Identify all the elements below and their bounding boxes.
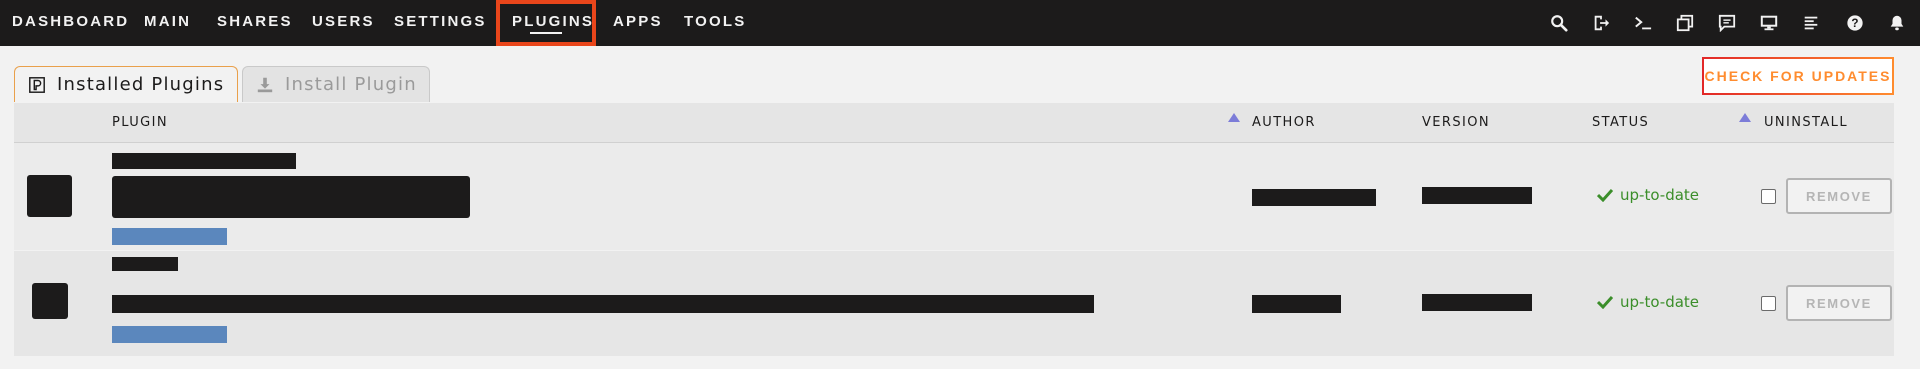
bell-icon[interactable]: [1887, 13, 1907, 33]
table-row: up-to-date REMOVE: [14, 143, 1894, 251]
check-for-updates-button[interactable]: CHECK FOR UPDATES: [1702, 57, 1894, 95]
plugin-author-redacted: [1252, 295, 1341, 313]
uninstall-checkbox[interactable]: [1761, 189, 1776, 204]
search-icon[interactable]: [1549, 13, 1569, 33]
uninstall-checkbox[interactable]: [1761, 296, 1776, 311]
sort-arrow-icon[interactable]: [1739, 113, 1751, 122]
nav-main[interactable]: MAIN: [144, 0, 191, 46]
plugin-name-redacted[interactable]: [112, 257, 178, 271]
nav-users[interactable]: USERS: [312, 0, 375, 46]
remove-button[interactable]: REMOVE: [1786, 285, 1892, 321]
logout-icon[interactable]: [1591, 13, 1611, 33]
log-icon[interactable]: [1801, 13, 1821, 33]
plugin-description-redacted: [112, 176, 470, 218]
checkmark-icon: [1597, 295, 1613, 309]
column-header-uninstall: UNINSTALL: [1764, 115, 1848, 130]
terminal-icon[interactable]: [1633, 13, 1653, 33]
monitor-icon[interactable]: [1759, 13, 1779, 33]
nav-apps[interactable]: APPS: [613, 0, 663, 46]
column-header-author[interactable]: AUTHOR: [1252, 103, 1316, 143]
plugin-icon-redacted: [27, 175, 72, 217]
plugin-support-link-redacted[interactable]: [112, 228, 227, 245]
top-navigation-bar: DASHBOARD MAIN SHARES USERS SETTINGS PLU…: [0, 0, 1920, 46]
nav-active-underline: [530, 32, 562, 34]
status-badge: up-to-date: [1597, 186, 1699, 204]
table-header: PLUGIN AUTHOR VERSION STATUS UNINSTALL: [14, 103, 1894, 143]
plugin-icon: [27, 75, 47, 95]
sort-arrow-icon[interactable]: [1228, 113, 1240, 122]
status-badge: up-to-date: [1597, 293, 1699, 311]
feedback-icon[interactable]: [1717, 13, 1737, 33]
nav-settings[interactable]: SETTINGS: [394, 0, 487, 46]
column-header-version[interactable]: VERSION: [1422, 103, 1490, 143]
tab-install-plugin-label: Install Plugin: [285, 74, 417, 95]
nav-plugins[interactable]: PLUGINS: [496, 0, 596, 46]
nav-shares[interactable]: SHARES: [217, 0, 293, 46]
tab-installed-plugins-label: Installed Plugins: [57, 74, 225, 95]
download-icon: [255, 75, 275, 95]
checkmark-icon: [1597, 188, 1613, 202]
nav-dashboard[interactable]: DASHBOARD: [12, 0, 129, 46]
windows-icon[interactable]: [1675, 13, 1695, 33]
column-header-plugin[interactable]: PLUGIN: [112, 103, 168, 143]
plugin-version-redacted: [1422, 294, 1532, 311]
plugin-icon-redacted: [32, 283, 68, 319]
plugins-table: PLUGIN AUTHOR VERSION STATUS UNINSTALL u…: [14, 103, 1894, 357]
plugin-support-link-redacted[interactable]: [112, 326, 227, 343]
plugin-version-redacted: [1422, 187, 1532, 204]
status-text: up-to-date: [1620, 293, 1700, 311]
plugin-author-redacted: [1252, 189, 1376, 206]
nav-tools[interactable]: TOOLS: [684, 0, 746, 46]
tab-install-plugin[interactable]: Install Plugin: [242, 66, 430, 102]
column-header-status[interactable]: STATUS: [1592, 103, 1649, 143]
help-icon[interactable]: ?: [1845, 13, 1865, 33]
plugin-description-redacted: [112, 295, 1094, 313]
svg-text:?: ?: [1851, 17, 1858, 30]
tab-installed-plugins[interactable]: Installed Plugins: [14, 66, 238, 102]
nav-plugins-label: PLUGINS: [512, 13, 595, 30]
plugin-name-redacted[interactable]: [112, 153, 296, 169]
remove-button[interactable]: REMOVE: [1786, 178, 1892, 214]
table-row: up-to-date REMOVE: [14, 251, 1894, 357]
status-text: up-to-date: [1620, 186, 1700, 204]
